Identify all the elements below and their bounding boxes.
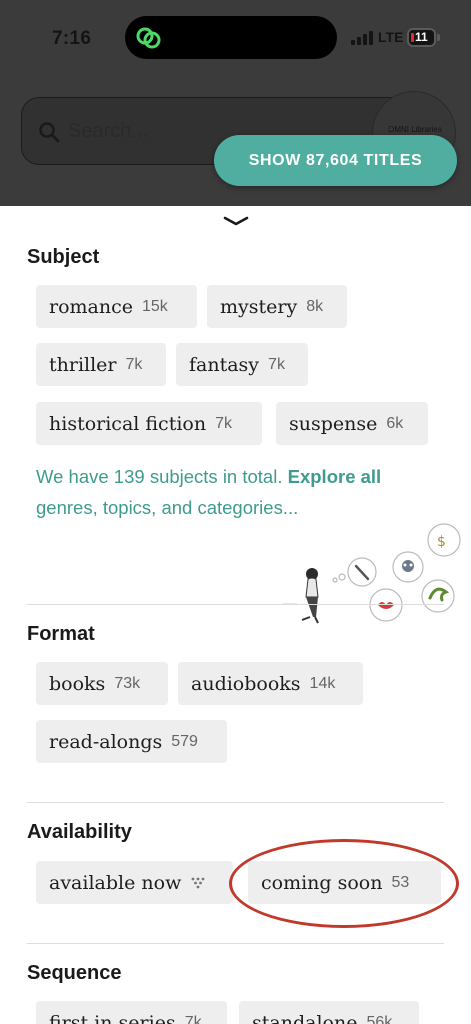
chip-count: 6k (386, 414, 404, 432)
dynamic-island (125, 16, 337, 59)
chip-count: 73k (114, 674, 141, 692)
chip-count: 7k (215, 414, 232, 432)
chip-label: mystery (220, 295, 298, 318)
subjects-summary-text: We have 139 subjects in total. (36, 466, 283, 487)
subject-chip-thriller[interactable]: thriller 7k (36, 343, 166, 386)
battery-cap (437, 34, 440, 41)
chip-label: fantasy (189, 353, 260, 376)
show-titles-button[interactable]: SHOW 87,604 TITLES (214, 135, 457, 186)
battery-level: 11 (415, 30, 428, 44)
network-type: LTE (378, 29, 404, 45)
divider (27, 802, 444, 803)
chip-label: books (49, 672, 106, 695)
highlight-annotation (229, 839, 459, 928)
format-heading: Format (27, 623, 95, 645)
svg-text:$: $ (437, 534, 446, 550)
cellular-signal-icon (351, 31, 373, 45)
chip-label: read-alongs (49, 730, 163, 753)
reader-daydream-illustration: $ (282, 523, 461, 624)
subject-chip-romance[interactable]: romance 15k (36, 285, 197, 328)
chip-count: 14k (309, 674, 336, 692)
subject-chip-mystery[interactable]: mystery 8k (207, 285, 347, 328)
library-logo-text: OMNI Libraries (388, 125, 442, 134)
chip-label: available now (49, 871, 182, 894)
chip-label: historical fiction (49, 412, 207, 435)
chip-label: audiobooks (191, 672, 301, 695)
format-chip-read-alongs[interactable]: read-alongs 579 (36, 720, 227, 763)
chip-count: 7k (268, 355, 285, 373)
subject-heading: Subject (27, 246, 100, 268)
divider (27, 943, 444, 944)
chip-label: standalone (252, 1011, 358, 1024)
battery-icon: 11 (407, 28, 436, 47)
sequence-chip-first-in-series[interactable]: first in series 7k (36, 1001, 227, 1024)
status-bar: 7:16 LTE 11 (0, 0, 471, 76)
chip-count: 56k (366, 1013, 393, 1024)
chip-count: 8k (306, 297, 324, 315)
divider (27, 604, 444, 605)
chip-count: 579 (171, 732, 198, 750)
subjects-summary-suffix[interactable]: genres, topics, and categories... (36, 497, 298, 518)
search-placeholder: Search... (68, 120, 149, 142)
search-icon (39, 122, 60, 143)
chip-label: suspense (289, 412, 378, 435)
subject-chip-suspense[interactable]: suspense 6k (276, 402, 428, 445)
chip-count: 15k (142, 297, 168, 315)
app-activity-icon (136, 27, 161, 49)
availability-chip-available-now[interactable]: available now (36, 861, 233, 904)
chip-label: thriller (49, 353, 117, 376)
subjects-summary: We have 139 subjects in total. Explore a… (36, 461, 426, 523)
chip-count: 7k (125, 355, 143, 373)
chip-label: romance (49, 295, 133, 318)
explore-all-link[interactable]: Explore all (288, 466, 382, 487)
filter-icon (191, 877, 205, 888)
sequence-heading: Sequence (27, 962, 122, 984)
availability-heading: Availability (27, 821, 132, 843)
chip-label: first in series (49, 1011, 176, 1024)
subject-chip-fantasy[interactable]: fantasy 7k (176, 343, 308, 386)
subject-chip-historical-fiction[interactable]: historical fiction 7k (36, 402, 262, 445)
collapse-chevron-icon[interactable] (222, 214, 250, 228)
status-time: 7:16 (52, 28, 92, 49)
chip-count: 7k (184, 1013, 202, 1024)
format-chip-books[interactable]: books 73k (36, 662, 168, 705)
format-chip-audiobooks[interactable]: audiobooks 14k (178, 662, 363, 705)
sequence-chip-standalone[interactable]: standalone 56k (239, 1001, 419, 1024)
